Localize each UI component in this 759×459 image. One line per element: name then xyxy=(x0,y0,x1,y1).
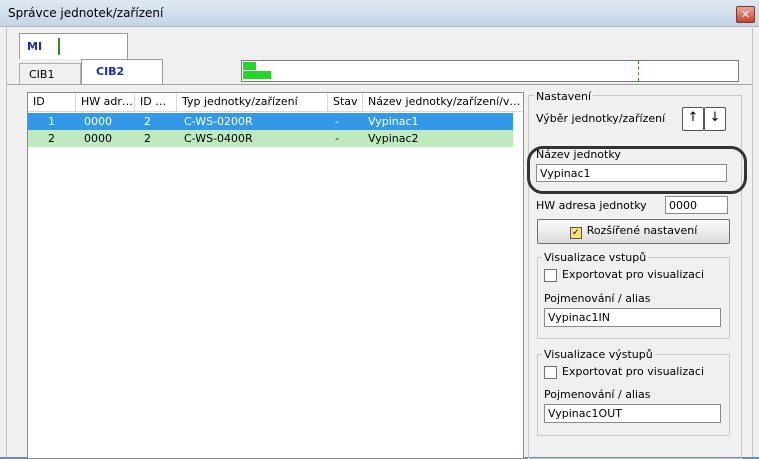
export-outputs-checkbox[interactable] xyxy=(544,366,557,379)
export-outputs-label: Exportovat pro visualizaci xyxy=(562,365,705,378)
row-id2: 2 xyxy=(144,132,151,145)
list-header: ID HW adr… ID … Typ jednotky/zařízení St… xyxy=(28,93,523,112)
output-visualization-title: Visualizace výstupů xyxy=(542,348,655,361)
activity-marker-line xyxy=(638,61,639,81)
output-alias-label: Pojmenování / alias xyxy=(544,388,651,401)
tab-mi-status-marker xyxy=(58,38,60,55)
advanced-settings-button[interactable]: ✓ Rozšířené nastavení xyxy=(537,219,730,244)
unit-manager-window: Správce jednotek/zařízení ✕ MI CIB1 CIB2… xyxy=(0,0,759,459)
export-inputs-checkbox[interactable] xyxy=(544,269,557,282)
table-row[interactable]: 2 0000 2 C-WS-0400R - Vypinac2 xyxy=(28,130,513,147)
highlight-annotation xyxy=(527,146,747,194)
row-type: C-WS-0200R xyxy=(184,115,253,128)
row-hw-address: 0000 xyxy=(84,132,112,145)
row-hw-address: 0000 xyxy=(84,115,112,128)
tab-cib2-label: CIB2 xyxy=(96,65,125,78)
column-header-id2[interactable]: ID … xyxy=(135,93,177,111)
tab-mi[interactable]: MI xyxy=(19,33,128,59)
column-header-name[interactable]: Název jednotky/zařízení/v… xyxy=(363,93,523,111)
tab-divider xyxy=(7,84,752,85)
hw-address-input[interactable]: 0000 xyxy=(665,196,728,214)
row-state: - xyxy=(335,132,339,145)
bus-activity-bar xyxy=(241,60,739,82)
row-id: 1 xyxy=(48,115,55,128)
input-visualization-title: Visualizace vstupů xyxy=(542,251,649,264)
export-inputs-label: Exportovat pro visualizaci xyxy=(562,268,705,281)
table-row[interactable]: 1 0000 2 C-WS-0200R - Vypinac1 xyxy=(28,113,513,130)
row-name: Vypinac2 xyxy=(368,132,419,145)
output-alias-field[interactable]: Vypinac1OUT xyxy=(544,404,721,423)
tab-cib2[interactable]: CIB2 xyxy=(81,59,163,85)
close-button[interactable]: ✕ xyxy=(736,6,755,23)
window-title: Správce jednotek/zařízení xyxy=(8,6,164,20)
activity-indicator-2 xyxy=(243,71,271,79)
column-header-type[interactable]: Typ jednotky/zařízení xyxy=(177,93,328,111)
move-down-button[interactable]: ↓ xyxy=(704,107,726,131)
tab-cib1-label: CIB1 xyxy=(29,68,55,81)
column-header-hw-address[interactable]: HW adr… xyxy=(76,93,135,111)
row-id2: 2 xyxy=(144,115,151,128)
unit-selection-label: Výběr jednotky/zařízení xyxy=(536,112,666,125)
tab-cib1[interactable]: CIB1 xyxy=(19,63,81,85)
column-header-id[interactable]: ID xyxy=(28,93,76,111)
column-header-state[interactable]: Stav xyxy=(328,93,363,111)
settings-checklist-icon: ✓ xyxy=(569,227,582,239)
unit-list[interactable]: ID HW adr… ID … Typ jednotky/zařízení St… xyxy=(27,92,524,459)
input-alias-label: Pojmenování / alias xyxy=(544,292,651,305)
move-up-button[interactable]: ↑ xyxy=(682,107,704,131)
advanced-settings-label: Rozšířené nastavení xyxy=(586,224,698,237)
row-name: Vypinac1 xyxy=(368,115,419,128)
input-alias-field[interactable]: Vypinac1IN xyxy=(544,308,721,327)
client-area: MI CIB1 CIB2 ID HW adr… ID … Typ jednotk… xyxy=(6,28,753,459)
activity-indicator-1 xyxy=(243,62,256,70)
row-state: - xyxy=(335,115,339,128)
tab-mi-label: MI xyxy=(27,40,43,53)
title-bar: Správce jednotek/zařízení ✕ xyxy=(0,0,759,27)
settings-title: Nastavení xyxy=(534,90,594,103)
row-type: C-WS-0400R xyxy=(184,132,253,145)
hw-address-label: HW adresa jednotky xyxy=(536,199,647,212)
row-id: 2 xyxy=(48,132,55,145)
